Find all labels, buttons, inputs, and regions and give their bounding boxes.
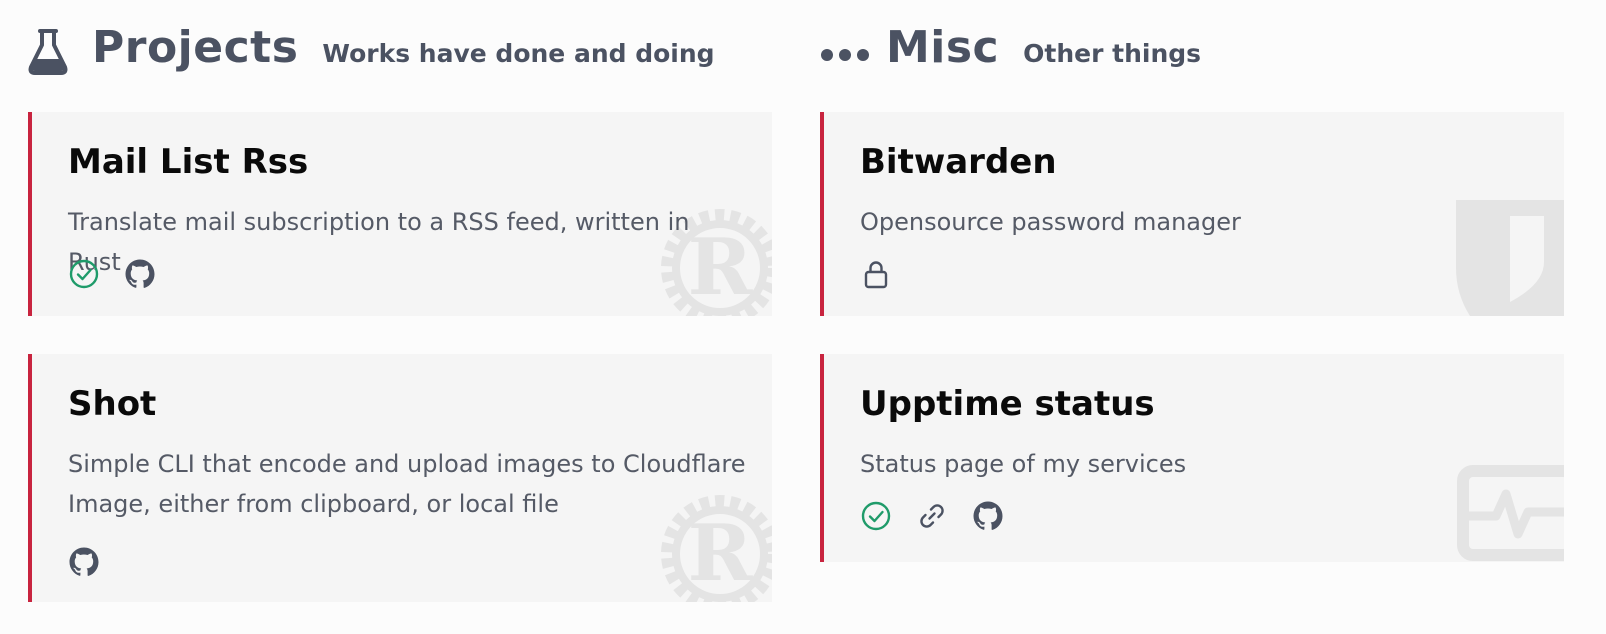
dots-icon — [820, 27, 870, 77]
misc-card-bitwarden[interactable]: Bitwarden Opensource password manager — [820, 112, 1564, 316]
card-title: Bitwarden — [860, 142, 1057, 182]
card-title: Shot — [68, 384, 157, 424]
projects-subtitle: Works have done and doing — [322, 39, 715, 68]
card-links — [68, 258, 156, 290]
misc-card-upptime-status[interactable]: Upptime status Status page of my service… — [820, 354, 1564, 562]
github-icon[interactable] — [972, 500, 1004, 532]
lock-icon[interactable] — [860, 258, 892, 290]
card-title: Mail List Rss — [68, 142, 309, 182]
link-icon[interactable] — [916, 500, 948, 532]
card-description: Status page of my services — [860, 450, 1187, 478]
card-description: Simple CLI that encode and upload images… — [68, 450, 746, 518]
card-title: Upptime status — [860, 384, 1155, 424]
card-description: Opensource password manager — [860, 208, 1241, 236]
project-card-mail-list-rss[interactable]: R Mail List Rss Translate mail subscript… — [28, 112, 772, 316]
card-links — [860, 500, 1004, 532]
check-circle-icon[interactable] — [860, 500, 892, 532]
projects-title: Projects — [92, 22, 299, 73]
card-links — [68, 546, 100, 578]
project-card-shot[interactable]: R Shot Simple CLI that encode and upload… — [28, 354, 772, 602]
github-icon[interactable] — [124, 258, 156, 290]
flask-icon — [28, 27, 72, 77]
projects-header: Projects Works have done and doing — [28, 22, 715, 82]
misc-title: Misc — [886, 22, 1000, 73]
misc-subtitle: Other things — [1023, 39, 1202, 68]
check-circle-icon[interactable] — [68, 258, 100, 290]
card-links — [860, 258, 892, 290]
github-icon[interactable] — [68, 546, 100, 578]
card-description: Translate mail subscription to a RSS fee… — [68, 208, 690, 276]
page: Projects Works have done and doing R Mai… — [0, 0, 1606, 634]
misc-header: Misc Other things — [820, 22, 1201, 82]
